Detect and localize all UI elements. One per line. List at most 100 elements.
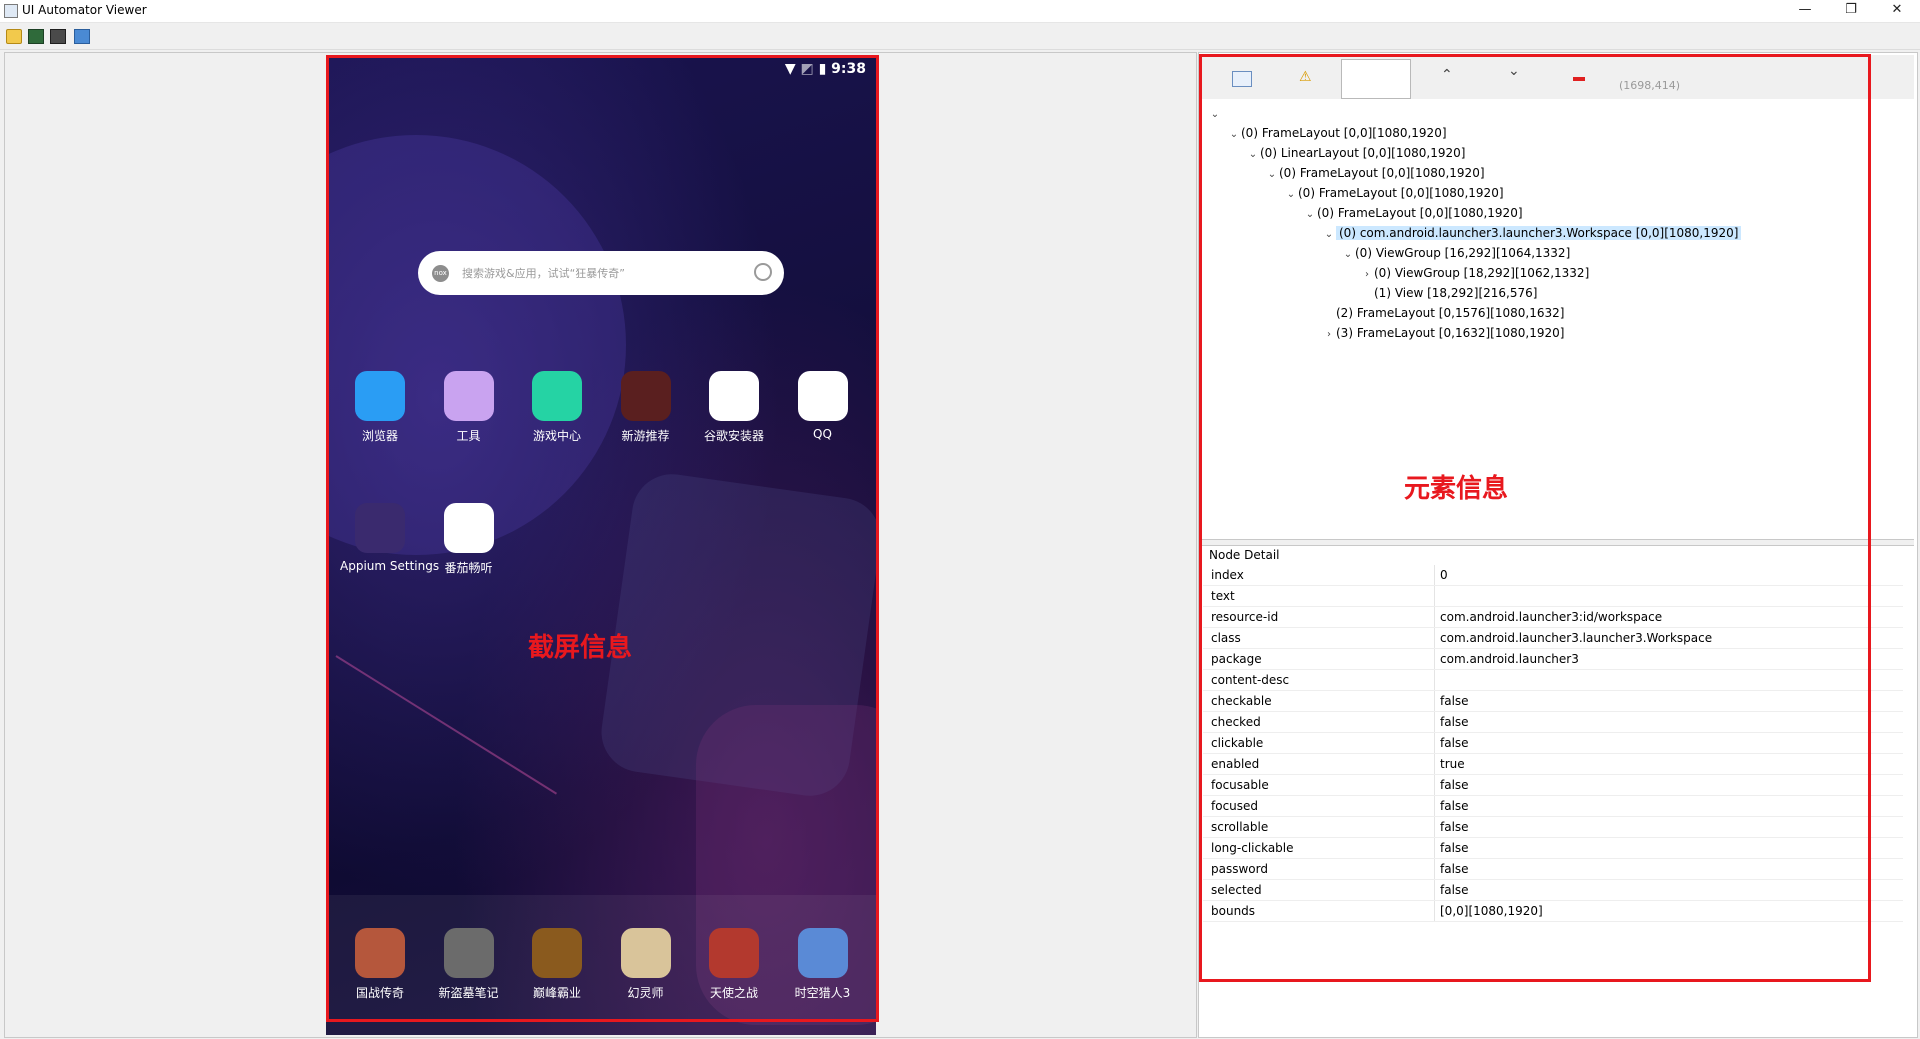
app-label: 新游推荐 <box>621 429 670 443</box>
detail-key: package <box>1211 652 1262 666</box>
tree-node[interactable]: ⌄ <box>1208 103 1741 123</box>
tree-node[interactable]: ⌄ (0) FrameLayout [0,0][1080,1920] <box>1208 203 1741 223</box>
daomu-icon <box>443 928 494 978</box>
search-icon[interactable] <box>754 263 772 281</box>
guozhan-icon <box>355 928 405 978</box>
detail-key: index <box>1211 568 1244 582</box>
detail-row[interactable]: resource-id com.android.launcher3:id/work… <box>1203 607 1903 628</box>
app-fanqie[interactable]: 番茄畅听 <box>429 503 509 576</box>
restore-button[interactable]: ❐ <box>1828 0 1874 22</box>
tree-node[interactable]: (1) View [18,292][216,576] <box>1208 283 1741 303</box>
column-divider <box>1434 691 1435 711</box>
detail-row[interactable]: bounds [0,0][1080,1920] <box>1203 901 1903 922</box>
collapse-arrow-icon[interactable]: ⌄ <box>1227 125 1241 145</box>
tree-node[interactable]: (2) FrameLayout [0,1576][1080,1632] <box>1208 303 1741 323</box>
tree-node-label: (0) FrameLayout [0,0][1080,1920] <box>1298 186 1504 200</box>
tree-node[interactable]: ⌄ (0) FrameLayout [0,0][1080,1920] <box>1208 123 1741 143</box>
tree-node[interactable]: ⌄ (0) ViewGroup [16,292][1064,1332] <box>1208 243 1741 263</box>
app-label: 谷歌安装器 <box>703 429 764 443</box>
tree-node[interactable]: › (0) ViewGroup [18,292][1062,1332] <box>1208 263 1741 283</box>
collapse-arrow-icon[interactable]: ⌄ <box>1341 245 1355 265</box>
tianshi-icon <box>709 928 759 978</box>
app-google-installer[interactable]: 谷歌安装器 <box>694 371 774 444</box>
app-shikong[interactable]: 时空猎人3 <box>783 928 863 1001</box>
collapse-arrow-icon[interactable]: ⌄ <box>1303 205 1317 225</box>
app-browser[interactable]: 浏览器 <box>340 371 420 444</box>
app-icon <box>4 4 18 18</box>
detail-row[interactable]: checkable false <box>1203 691 1903 712</box>
tree-node[interactable]: ⌄ (0) FrameLayout [0,0][1080,1920] <box>1208 183 1741 203</box>
detail-value: false <box>1440 736 1469 750</box>
detail-row[interactable]: package com.android.launcher3 <box>1203 649 1903 670</box>
tree-node[interactable]: ⌄ (0) com.android.launcher3.launcher3.Wor… <box>1208 223 1742 245</box>
app-new-games[interactable]: 新游推荐 <box>606 371 686 444</box>
remove-icon[interactable] <box>1573 77 1585 81</box>
detail-row[interactable]: focusable false <box>1203 775 1903 796</box>
fanqie-icon <box>443 503 494 553</box>
expand-arrow-icon[interactable]: › <box>1322 325 1336 345</box>
up-arrow-icon[interactable]: ⌃ <box>1441 67 1453 83</box>
tree-node[interactable]: › (3) FrameLayout [0,1632][1080,1920] <box>1208 323 1741 343</box>
device-screenshot-icon[interactable] <box>28 29 44 44</box>
app-label: QQ <box>813 427 832 441</box>
tree-node[interactable]: ⌄ (0) LinearLayout [0,0][1080,1920] <box>1208 143 1741 163</box>
expand-all-icon[interactable] <box>1232 71 1252 87</box>
app-dianfeng[interactable]: 巅峰霸业 <box>517 928 597 1001</box>
detail-row[interactable]: clickable false <box>1203 733 1903 754</box>
battery-icon: ▮ <box>818 61 827 77</box>
tree-node-label: (0) FrameLayout [0,0][1080,1920] <box>1279 166 1485 180</box>
column-divider <box>1434 586 1435 606</box>
filter-box[interactable] <box>1341 59 1411 99</box>
app-label: 天使之战 <box>709 986 758 1000</box>
app-tools[interactable]: 工具 <box>429 371 509 444</box>
detail-row[interactable]: content-desc <box>1203 670 1903 691</box>
app-game-center[interactable]: 游戏中心 <box>517 371 597 444</box>
app-guozhan[interactable]: 国战传奇 <box>340 928 420 1001</box>
tree-nodes: ⌄ ⌄ (0) FrameLayout [0,0][1080,1920] ⌄ (0) L… <box>1208 103 1742 343</box>
detail-value: false <box>1440 778 1469 792</box>
detail-row[interactable]: focused false <box>1203 796 1903 817</box>
collapse-arrow-icon[interactable]: ⌄ <box>1284 185 1298 205</box>
app-appium-settings[interactable]: Appium Settings <box>340 503 439 573</box>
window-title: UI Automator Viewer <box>22 3 147 17</box>
detail-value: false <box>1440 883 1469 897</box>
detail-row[interactable]: class com.android.launcher3.launcher3.Wor… <box>1203 628 1903 649</box>
detail-row[interactable]: long-clickable false <box>1203 838 1903 859</box>
device-screenshot-compressed-icon[interactable] <box>50 29 66 44</box>
device-screenshot[interactable]: ▼ ◩ ▮ 9:38 nox 搜索游戏&应用，试试“狂暴传奇” 浏览器 工具 游戏中… <box>326 55 876 1035</box>
warning-icon[interactable]: ⚠ <box>1299 69 1312 85</box>
column-divider <box>1434 754 1435 774</box>
save-icon[interactable] <box>74 29 90 44</box>
collapse-arrow-icon[interactable]: ⌄ <box>1246 145 1260 165</box>
panel-splitter[interactable] <box>1201 539 1914 546</box>
detail-row[interactable]: selected false <box>1203 880 1903 901</box>
collapse-arrow-icon[interactable]: ⌄ <box>1208 105 1222 125</box>
detail-row[interactable]: scrollable false <box>1203 817 1903 838</box>
detail-row[interactable]: enabled true <box>1203 754 1903 775</box>
open-folder-icon[interactable] <box>6 29 22 44</box>
search-bar[interactable]: nox 搜索游戏&应用，试试“狂暴传奇” <box>418 251 784 295</box>
main-toolbar <box>0 23 1920 50</box>
collapse-arrow-icon[interactable]: ⌄ <box>1265 165 1279 185</box>
app-label: 巅峰霸业 <box>532 986 581 1000</box>
detail-row[interactable]: checked false <box>1203 712 1903 733</box>
detail-row[interactable]: text <box>1203 586 1903 607</box>
collapse-arrow-icon[interactable]: ⌄ <box>1322 225 1336 245</box>
app-huanling[interactable]: 幻灵师 <box>606 928 686 1001</box>
down-arrow-icon[interactable]: ⌄ <box>1508 63 1520 79</box>
app-tianshi[interactable]: 天使之战 <box>694 928 774 1001</box>
app-daomu[interactable]: 新盗墓笔记 <box>429 928 509 1001</box>
app-label: 幻灵师 <box>627 986 664 1000</box>
qq-icon <box>797 371 848 421</box>
detail-row[interactable]: index 0 <box>1203 565 1903 586</box>
app-label: 时空猎人3 <box>794 986 851 1000</box>
detail-value: false <box>1440 694 1469 708</box>
expand-arrow-icon[interactable]: › <box>1360 265 1374 285</box>
detail-row[interactable]: password false <box>1203 859 1903 880</box>
tree-node[interactable]: ⌄ (0) FrameLayout [0,0][1080,1920] <box>1208 163 1741 183</box>
minimize-button[interactable]: — <box>1782 0 1828 22</box>
huanling-icon <box>620 928 671 978</box>
app-label: 工具 <box>456 429 481 443</box>
close-button[interactable]: ✕ <box>1874 0 1920 22</box>
app-qq[interactable]: QQ <box>783 371 863 441</box>
